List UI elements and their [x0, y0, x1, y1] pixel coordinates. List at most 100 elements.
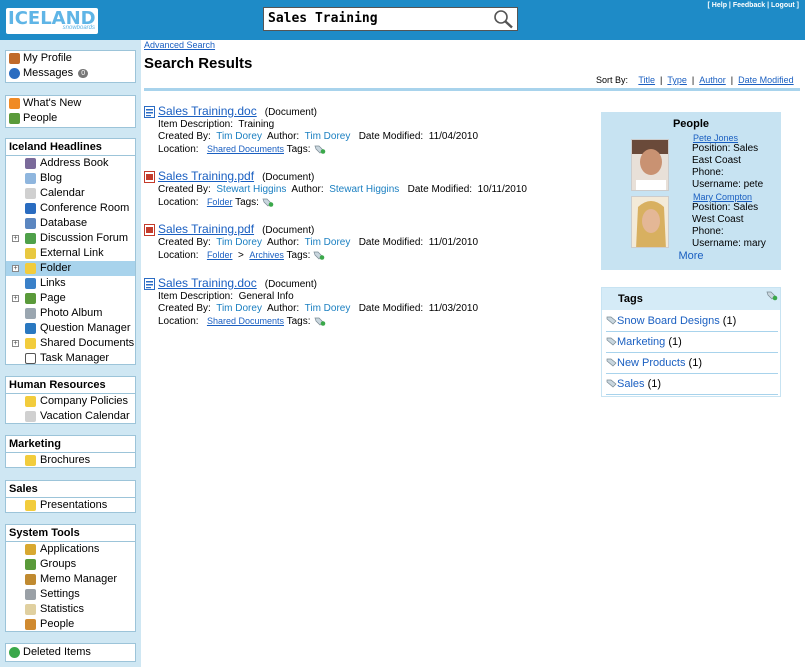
sidebar-item-database[interactable]: Database	[6, 216, 135, 231]
tag-name-link[interactable]: Marketing	[617, 336, 665, 348]
sidebar-item-blog[interactable]: Blog	[6, 171, 135, 186]
forum-icon	[25, 233, 36, 244]
add-tag-icon[interactable]	[766, 290, 778, 302]
sidebar-item-folder[interactable]: + Folder	[6, 261, 135, 276]
item-description-value: Training	[238, 119, 275, 130]
item-description-value: General Info	[238, 291, 294, 302]
person-username: Username: mary	[692, 238, 766, 249]
location-link[interactable]: Shared Documents	[207, 144, 284, 154]
address-book-icon	[25, 158, 36, 169]
author-link[interactable]: Stewart Higgins	[329, 184, 399, 195]
sidebar-item-label: Messages	[23, 67, 74, 79]
advanced-search-link[interactable]: Advanced Search	[144, 40, 215, 50]
add-tag-icon[interactable]	[313, 250, 325, 260]
help-link[interactable]: [ Help	[708, 2, 727, 9]
left-sidebar: My Profile Messages 0 What's New People …	[0, 40, 141, 667]
expand-icon[interactable]: +	[12, 265, 19, 272]
search-input[interactable]: Sales Training	[263, 7, 518, 31]
sidebar-item-company-policies[interactable]: Company Policies	[6, 394, 135, 409]
sort-author-link[interactable]: Author	[699, 75, 726, 85]
sidebar-item-settings[interactable]: Settings	[6, 587, 135, 602]
search-icon[interactable]	[492, 9, 514, 29]
sort-type-link[interactable]: Type	[667, 75, 687, 85]
location-link[interactable]: Folder	[207, 197, 233, 207]
add-tag-icon[interactable]	[314, 144, 326, 154]
logout-link[interactable]: Logout ]	[771, 2, 799, 9]
avatar[interactable]	[631, 139, 669, 191]
tag-name-link[interactable]: New Products	[617, 357, 685, 369]
sidebar-item-messages[interactable]: Messages 0	[6, 66, 135, 81]
sidebar-item-conference-room[interactable]: Conference Room	[6, 201, 135, 216]
sidebar-item-shared-documents[interactable]: + Shared Documents	[6, 336, 135, 351]
sidebar-item-deleted-items[interactable]: Deleted Items	[6, 645, 135, 660]
rss-icon	[9, 98, 20, 109]
sidebar-item-external-link[interactable]: External Link	[6, 246, 135, 261]
date-modified-value: 11/01/2010	[428, 237, 479, 248]
person-name-link[interactable]: Mary Compton	[693, 192, 752, 202]
result-title-link[interactable]: Sales Training.doc	[158, 276, 257, 290]
sidebar-item-label: Deleted Items	[23, 646, 91, 658]
expand-icon[interactable]: +	[12, 295, 19, 302]
tags-panel-title: Tags	[618, 293, 643, 305]
sidebar-item-people[interactable]: People	[6, 111, 135, 126]
sidebar-item-links[interactable]: Links	[6, 276, 135, 291]
item-description-label: Item Description:	[158, 119, 234, 130]
sidebar-item-address-book[interactable]: Address Book	[6, 156, 135, 171]
sidebar-item-page[interactable]: + Page	[6, 291, 135, 306]
section-title-system-tools: System Tools	[6, 525, 135, 542]
sort-date-modified-link[interactable]: Date Modified	[738, 75, 794, 85]
people-icon	[25, 619, 36, 630]
add-tag-icon[interactable]	[314, 316, 326, 326]
section-title-sales: Sales	[6, 481, 135, 498]
tag-name-link[interactable]: Snow Board Designs	[617, 315, 720, 327]
tag-item[interactable]: New Products (1)	[606, 354, 778, 374]
author-link[interactable]: Tim Dorey	[305, 237, 351, 248]
sidebar-item-photo-album[interactable]: Photo Album	[6, 306, 135, 321]
iceland-logo[interactable]: ICELAND snowboards	[6, 8, 98, 34]
result-title-link[interactable]: Sales Training.doc	[158, 104, 257, 118]
document-icon	[144, 278, 155, 290]
sidebar-item-my-profile[interactable]: My Profile	[6, 51, 135, 66]
sidebar-item-memo-manager[interactable]: Memo Manager	[6, 572, 135, 587]
sidebar-item-presentations[interactable]: Presentations	[6, 498, 135, 513]
created-by-link[interactable]: Tim Dorey	[216, 237, 262, 248]
author-link[interactable]: Tim Dorey	[305, 131, 351, 142]
tag-item[interactable]: Marketing (1)	[606, 333, 778, 353]
location-link[interactable]: Folder	[207, 250, 233, 260]
expand-icon[interactable]: +	[12, 340, 19, 347]
sidebar-item-whats-new[interactable]: What's New	[6, 96, 135, 111]
result-title-link[interactable]: Sales Training.pdf	[158, 169, 254, 183]
sidebar-item-calendar[interactable]: Calendar	[6, 186, 135, 201]
sidebar-item-discussion-forum[interactable]: + Discussion Forum	[6, 231, 135, 246]
author-link[interactable]: Tim Dorey	[305, 303, 351, 314]
created-by-link[interactable]: Tim Dorey	[216, 131, 262, 142]
tag-item[interactable]: Sales (1)	[606, 375, 778, 395]
location-link[interactable]: Archives	[249, 250, 284, 260]
feedback-link[interactable]: Feedback	[733, 2, 765, 9]
people-more-link[interactable]: More	[601, 250, 781, 262]
sidebar-item-statistics[interactable]: Statistics	[6, 602, 135, 617]
created-by-link[interactable]: Tim Dorey	[216, 303, 262, 314]
created-by-link[interactable]: Stewart Higgins	[216, 184, 286, 195]
person-name-link[interactable]: Pete Jones	[693, 133, 738, 143]
sidebar-item-groups[interactable]: Groups	[6, 557, 135, 572]
tag-name-link[interactable]: Sales	[617, 378, 645, 390]
blog-icon	[25, 173, 36, 184]
sidebar-item-applications[interactable]: Applications	[6, 542, 135, 557]
sidebar-item-question-manager[interactable]: Question Manager	[6, 321, 135, 336]
date-modified-value: 10/11/2010	[477, 184, 527, 195]
add-tag-icon[interactable]	[262, 197, 274, 207]
tag-icon	[606, 337, 617, 346]
expand-icon[interactable]: +	[12, 235, 19, 242]
avatar[interactable]	[631, 196, 669, 248]
author-label: Author:	[266, 131, 300, 142]
sort-title-link[interactable]: Title	[638, 75, 655, 85]
tag-item[interactable]: Snow Board Designs (1)	[606, 312, 778, 332]
sidebar-item-people[interactable]: People	[6, 617, 135, 632]
sidebar-item-task-manager[interactable]: Task Manager	[6, 351, 135, 366]
sidebar-item-vacation-calendar[interactable]: Vacation Calendar	[6, 409, 135, 424]
result-title-link[interactable]: Sales Training.pdf	[158, 222, 254, 236]
sidebar-item-brochures[interactable]: Brochures	[6, 453, 135, 468]
location-link[interactable]: Shared Documents	[207, 316, 284, 326]
search-result: Sales Training.pdf (Document) Created By:…	[144, 169, 584, 208]
